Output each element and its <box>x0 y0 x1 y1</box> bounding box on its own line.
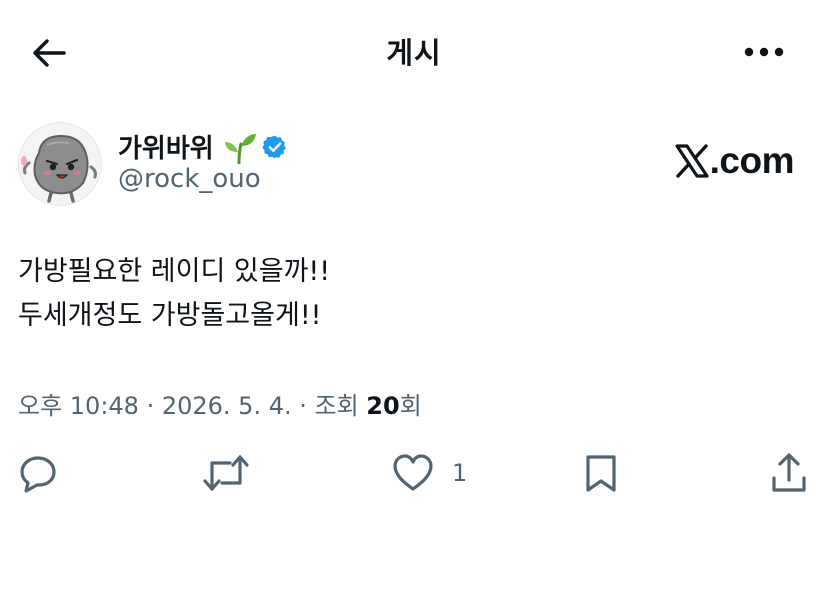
views-suffix: 회 <box>399 392 422 420</box>
bookmark-button[interactable] <box>584 448 618 498</box>
avatar[interactable] <box>18 122 102 206</box>
page-title: 게시 <box>386 36 442 70</box>
heart-icon <box>393 454 433 491</box>
meta-separator: · <box>291 392 315 420</box>
views-label: 조회 <box>314 392 367 420</box>
author-row: 가위바위 @rock_ouo .com <box>18 120 810 210</box>
repost-icon <box>203 455 249 491</box>
rock-character-icon <box>21 134 97 203</box>
more-button[interactable] <box>740 34 788 70</box>
meta-separator: · <box>138 392 162 420</box>
post-line: 두세개정도 가방돌고올게!! <box>18 300 322 331</box>
display-name[interactable]: 가위바위 <box>118 128 214 165</box>
share-icon <box>772 453 806 492</box>
verified-badge-icon <box>262 135 286 159</box>
x-com-link[interactable]: .com <box>675 140 795 182</box>
post-text: 가방필요한 레이디 있을까!! 두세개정도 가방돌고올게!! <box>18 250 330 338</box>
post-meta: 오후 10:48 · 2026. 5. 4. · 조회 20회 <box>18 386 422 421</box>
x-logo-icon <box>675 144 709 178</box>
like-button[interactable]: 1 <box>392 448 467 498</box>
like-count: 1 <box>452 459 468 487</box>
views-count: 20 <box>366 392 400 420</box>
reply-button[interactable] <box>18 448 58 498</box>
user-handle[interactable]: @rock_ouo <box>118 164 261 194</box>
post-line: 가방필요한 레이디 있을까!! <box>18 256 331 287</box>
reply-icon <box>20 456 56 493</box>
x-com-text: .com <box>709 140 795 181</box>
seedling-icon <box>225 134 256 164</box>
post-date[interactable]: 2026. 5. 4. <box>162 392 292 420</box>
top-bar: 게시 <box>0 0 828 104</box>
bookmark-icon <box>586 455 616 492</box>
action-bar: 1 <box>0 448 828 498</box>
more-horizontal-icon <box>744 47 784 57</box>
share-button[interactable] <box>770 448 808 498</box>
repost-button[interactable] <box>202 448 250 498</box>
post-time[interactable]: 오후 10:48 <box>18 392 139 420</box>
